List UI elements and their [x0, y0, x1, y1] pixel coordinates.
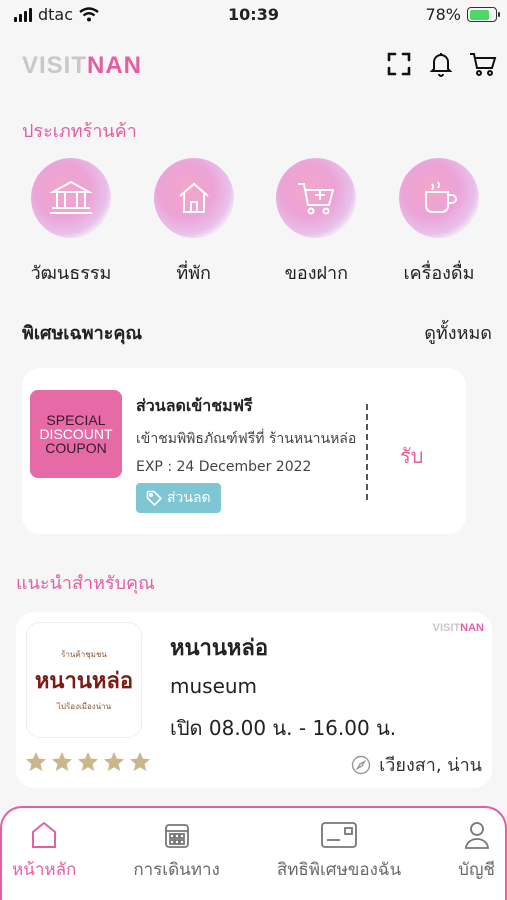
watermark-part-nan: NAN: [460, 622, 484, 634]
bottom-nav: หน้าหลัก การเดินทาง สิทธิพิเศษของฉัน บัญ…: [0, 806, 507, 900]
place-name: หนานหล่อ: [170, 636, 269, 661]
category-label: ที่พัก: [176, 263, 211, 284]
home-icon: [32, 821, 57, 848]
nav-trip[interactable]: การเดินทาง: [133, 808, 220, 900]
nav-account-label: บัญชี: [458, 860, 495, 880]
app-header: VISITNAN: [0, 42, 507, 90]
star-icon: [26, 752, 46, 771]
card-icon: [321, 822, 357, 848]
place-location: เวียงสา, น่าน: [351, 750, 482, 779]
tag-icon: [146, 490, 162, 506]
special-header: พิเศษเฉพาะคุณ ดูทั้งหมด: [22, 318, 492, 347]
place-hours: เปิด 08.00 น. - 16.00 น.: [170, 716, 397, 740]
visitnan-logo: VISITNAN: [22, 52, 142, 80]
house-icon: [153, 158, 234, 238]
battery-fill: [469, 9, 489, 20]
temple-icon: [31, 158, 111, 238]
nav-home-label: หน้าหลัก: [12, 860, 77, 880]
nav-privileges-label: สิทธิพิเศษของฉัน: [276, 860, 402, 880]
recommended-title: แนะนำสำหรับคุณ: [16, 573, 155, 594]
star-icon: [104, 752, 124, 771]
place-location-text: เวียงสา, น่าน: [379, 755, 482, 776]
place-logo-line: ร้านค้าชุมชน: [61, 649, 107, 659]
coupon-title: ส่วนลดเข้าชมฟรี: [136, 396, 253, 415]
logo-part-nan: NAN: [87, 52, 143, 79]
see-all-link[interactable]: ดูทั้งหมด: [424, 318, 492, 347]
logo-part-visit: VISIT: [22, 52, 88, 79]
coupon-image-line: COUPON: [45, 440, 107, 456]
category-accommodation[interactable]: ที่พัก: [133, 150, 255, 290]
place-type: museum: [170, 674, 258, 698]
star-icon: [130, 752, 150, 771]
coupon-card[interactable]: SPECIAL DISCOUNT COUPON ส่วนลดเข้าชมฟรี …: [22, 368, 466, 534]
bell-icon[interactable]: [427, 50, 455, 78]
coupon-tag-label: ส่วนลด: [167, 490, 211, 506]
coupon-divider: [366, 404, 368, 500]
claim-button[interactable]: รับ: [400, 440, 423, 472]
category-culture[interactable]: วัฒนธรรม: [10, 150, 132, 290]
status-bar: dtac 10:39 78%: [0, 0, 507, 30]
star-icon: [52, 752, 72, 771]
watermark-part-visit: VISIT: [432, 622, 461, 634]
special-title: พิเศษเฉพาะคุณ: [22, 323, 143, 344]
battery-group: 78%: [425, 5, 500, 24]
category-label: ของฝาก: [284, 263, 349, 284]
coupon-description: เข้าชมพิพิธภัณฑ์ฟรีที่ ร้านหนานหล่อ: [136, 431, 357, 447]
user-icon: [464, 822, 489, 849]
coupon-image-line: DISCOUNT: [39, 426, 113, 442]
nav-trip-label: การเดินทาง: [133, 860, 220, 880]
coupon-tag: ส่วนลด: [136, 483, 221, 513]
calendar-icon: [164, 824, 189, 848]
category-label: วัฒนธรรม: [30, 263, 112, 284]
categories-title: ประเภทร้านค้า: [22, 121, 137, 142]
nav-account[interactable]: บัญชี: [458, 808, 495, 900]
cart-icon: [276, 158, 357, 238]
cart-icon[interactable]: [469, 50, 497, 78]
category-list: วัฒนธรรม ที่พัก ของฝาก เครื่องดื่ม: [10, 150, 500, 290]
cup-icon: [398, 158, 479, 238]
place-logo-line: หนานหล่อ: [34, 667, 134, 694]
star-icon: [78, 752, 98, 771]
category-souvenir[interactable]: ของฝาก: [255, 150, 377, 290]
nav-home[interactable]: หน้าหลัก: [12, 808, 76, 900]
battery-percent: 78%: [425, 5, 461, 24]
place-logo-line: ไปร้องเมืองน่าน: [56, 701, 112, 711]
category-drinks[interactable]: เครื่องดื่ม: [378, 150, 500, 290]
rating-stars: [24, 750, 152, 774]
place-logo-image: ร้านค้าชุมชน หนานหล่อ ไปร้องเมืองน่าน: [26, 622, 142, 738]
nav-privileges[interactable]: สิทธิพิเศษของฉัน: [277, 808, 401, 900]
place-card[interactable]: ร้านค้าชุมชน หนานหล่อ ไปร้องเมืองน่าน VI…: [16, 612, 492, 788]
battery-icon: [467, 7, 500, 22]
scan-icon[interactable]: [385, 50, 413, 78]
compass-icon: [351, 755, 371, 774]
visitnan-watermark: VISITNAN: [433, 622, 484, 634]
category-label: เครื่องดื่ม: [403, 263, 475, 284]
coupon-expiry: EXP : 24 December 2022: [136, 459, 312, 475]
coupon-image: SPECIAL DISCOUNT COUPON: [30, 390, 122, 478]
coupon-image-line: SPECIAL: [46, 412, 106, 428]
